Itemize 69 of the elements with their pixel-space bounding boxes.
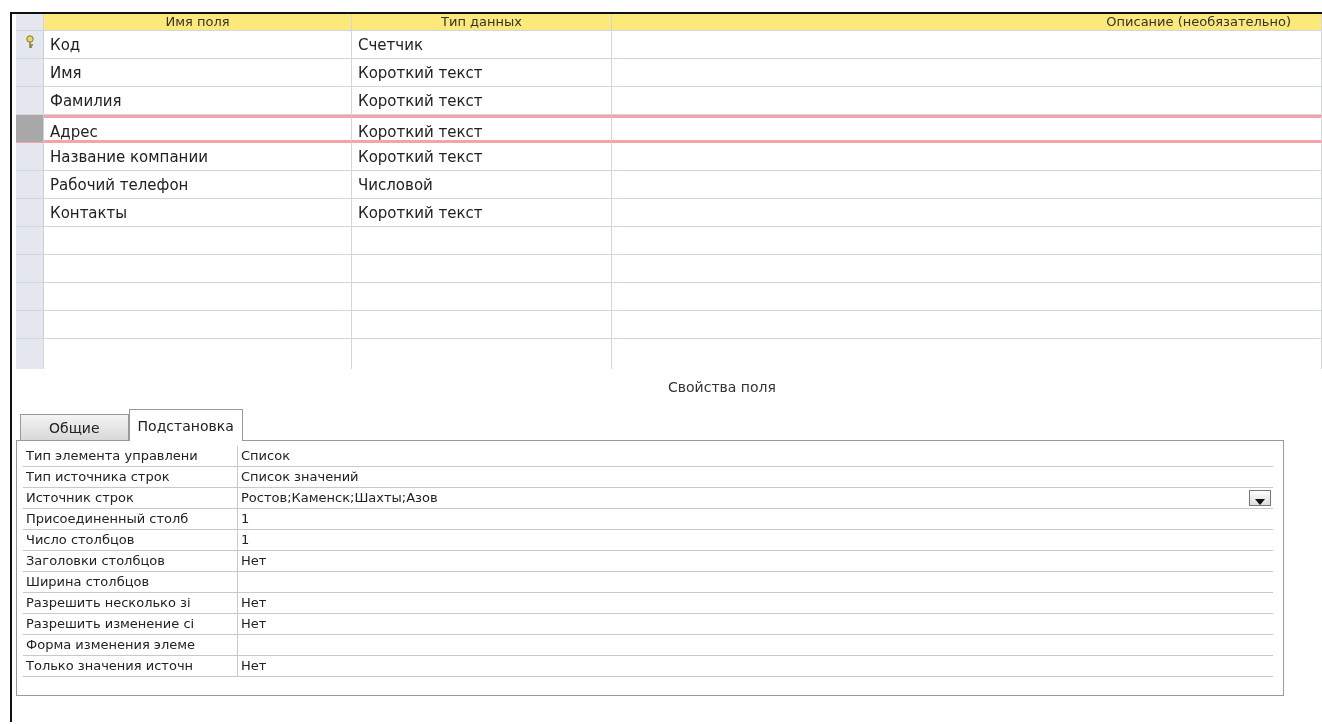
property-value[interactable]: Ростов;Каменск;Шахты;Азов [241, 488, 438, 508]
section-title: Свойства поля [667, 379, 777, 395]
property-label: Источник строк [23, 488, 238, 508]
field-name-cell[interactable]: Код [44, 31, 352, 59]
column-header: Описание (необязательно) [612, 14, 1322, 31]
tab[interactable]: Общие [20, 414, 129, 440]
field-name-cell[interactable]: Название компании [44, 143, 352, 171]
data-type-cell[interactable]: Короткий текст [352, 87, 612, 115]
row-selector[interactable] [16, 143, 44, 171]
column-header: Имя поля [44, 14, 352, 31]
property-label: Тип элемента управлени [23, 446, 238, 466]
row-selector[interactable] [16, 87, 44, 115]
property-value[interactable]: 1 [241, 509, 250, 529]
data-type-cell[interactable]: Счетчик [352, 31, 612, 59]
field-name-cell[interactable]: Адрес [44, 115, 352, 143]
caret-icon [1255, 499, 1265, 505]
empty-cell[interactable] [352, 283, 612, 311]
field-name-cell[interactable]: Контакты [44, 199, 352, 227]
row-selector[interactable] [16, 171, 44, 199]
row-selector[interactable] [16, 31, 44, 59]
empty-cell[interactable] [352, 255, 612, 283]
field-name-cell[interactable]: Фамилия [44, 87, 352, 115]
description-cell[interactable] [612, 59, 1322, 87]
description-cell[interactable] [612, 115, 1322, 143]
property-value[interactable]: Нет [241, 593, 267, 613]
property-value[interactable]: Нет [241, 614, 267, 634]
property-value[interactable]: Нет [241, 551, 267, 571]
empty-cell[interactable] [612, 255, 1322, 283]
description-cell[interactable] [612, 143, 1322, 171]
property-value[interactable]: 1 [241, 530, 250, 550]
property-label: Ширина столбцов [23, 572, 238, 592]
row-selector[interactable] [16, 311, 44, 339]
property-label: Только значения источн [23, 656, 238, 676]
key-icon [24, 35, 35, 49]
property-value[interactable]: Список [241, 446, 290, 466]
property-label: Число столбцов [23, 530, 238, 550]
tab[interactable]: Подстановка [128, 409, 243, 441]
field-name-cell[interactable]: Имя [44, 59, 352, 87]
data-type-cell[interactable]: Короткий текст [352, 115, 612, 143]
property-value[interactable]: Список значений [241, 467, 359, 487]
description-cell[interactable] [612, 87, 1322, 115]
property-label: Разрешить изменение сі [23, 614, 238, 634]
property-label: Разрешить несколько зі [23, 593, 238, 613]
data-type-cell[interactable]: Короткий текст [352, 199, 612, 227]
row-selector[interactable] [16, 59, 44, 87]
column-header: Тип данных [352, 14, 612, 31]
field-name-cell[interactable]: Рабочий телефон [44, 171, 352, 199]
description-cell[interactable] [612, 199, 1322, 227]
row-selector[interactable] [16, 199, 44, 227]
data-type-cell[interactable]: Короткий текст [352, 143, 612, 171]
dropdown-button[interactable] [1249, 490, 1271, 506]
data-type-cell[interactable]: Числовой [352, 171, 612, 199]
row-selector[interactable] [16, 339, 44, 369]
data-type-cell[interactable]: Короткий текст [352, 59, 612, 87]
empty-cell[interactable] [612, 283, 1322, 311]
property-label: Тип источника строк [23, 467, 238, 487]
row-selector[interactable] [16, 255, 44, 283]
header-corner[interactable] [16, 14, 44, 31]
property-label: Заголовки столбцов [23, 551, 238, 571]
property-value[interactable]: Нет [241, 656, 267, 676]
property-label: Форма изменения элеме [23, 635, 238, 655]
property-label: Присоединенный столб [23, 509, 238, 529]
row-selector[interactable] [16, 227, 44, 255]
description-cell[interactable] [612, 31, 1322, 59]
description-cell[interactable] [612, 171, 1322, 199]
row-selector[interactable] [16, 115, 44, 143]
row-selector[interactable] [16, 283, 44, 311]
empty-cell[interactable] [612, 227, 1322, 255]
empty-cell[interactable] [352, 227, 612, 255]
